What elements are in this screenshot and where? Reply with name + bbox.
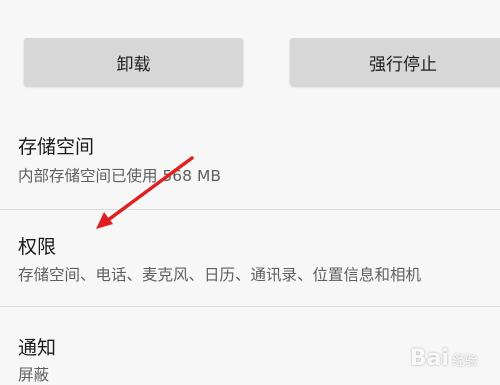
notifications-summary: 屏蔽 <box>18 366 50 384</box>
storage-title: 存储空间 <box>18 136 95 158</box>
force-stop-button-label: 强行停止 <box>369 54 437 75</box>
uninstall-button-label: 卸载 <box>116 54 151 75</box>
baidu-watermark-logo: Bai 经验 <box>409 346 478 371</box>
permissions-title: 权限 <box>18 236 57 258</box>
storage-summary: 内部存储空间已使用 568 MB <box>18 167 221 185</box>
force-stop-button[interactable]: 强行停止 <box>290 38 500 86</box>
divider <box>0 306 500 307</box>
divider <box>0 209 500 210</box>
uninstall-button[interactable]: 卸载 <box>24 38 243 86</box>
permissions-summary: 存储空间、电话、麦克风、日历、通讯录、位置信息和相机 <box>18 266 422 284</box>
notifications-title: 通知 <box>18 337 57 359</box>
